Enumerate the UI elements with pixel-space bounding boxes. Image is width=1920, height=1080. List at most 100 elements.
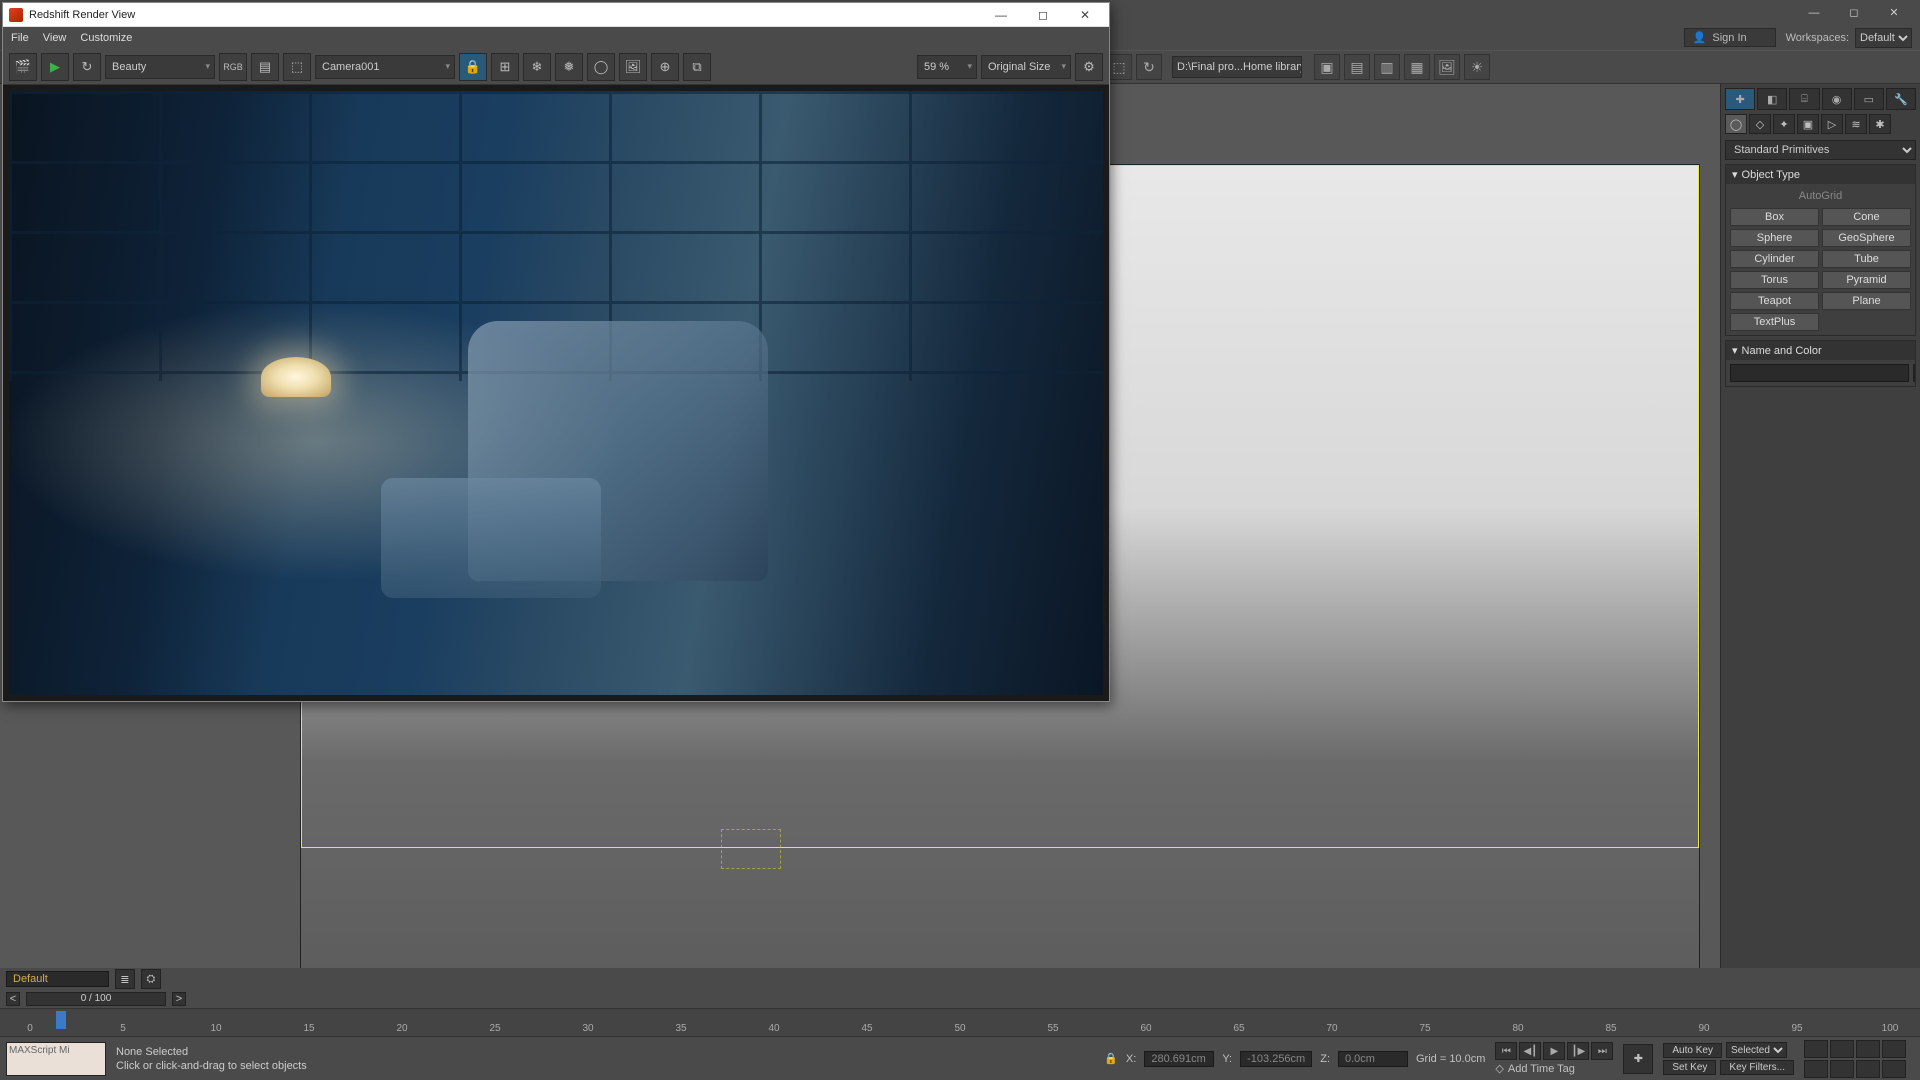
nav-icon[interactable] — [1882, 1060, 1906, 1078]
minimize-icon[interactable]: — — [983, 5, 1019, 25]
snowflake-icon[interactable]: ❄ — [523, 53, 551, 81]
pan-icon[interactable] — [1804, 1040, 1828, 1058]
geometry-subtab[interactable]: ◯ — [1725, 114, 1747, 134]
prim-box[interactable]: Box — [1730, 208, 1819, 226]
motion-tab[interactable]: ◉ — [1822, 88, 1852, 110]
prev-frame-icon[interactable]: ◀┃ — [1519, 1042, 1541, 1060]
render-play-icon[interactable]: ▶ — [41, 53, 69, 81]
nav-icon[interactable] — [1856, 1060, 1880, 1078]
close-icon[interactable]: ✕ — [1067, 5, 1103, 25]
histogram-icon[interactable]: ▤ — [251, 53, 279, 81]
workspace-select[interactable]: Default — [1855, 28, 1912, 48]
settings-icon[interactable]: ☀ — [1464, 54, 1490, 80]
keyfilters-button[interactable]: Key Filters... — [1720, 1060, 1794, 1075]
object-color-swatch[interactable] — [1913, 364, 1915, 382]
signin-button[interactable]: 👤 Sign In — [1684, 28, 1776, 47]
menu-file[interactable]: File — [11, 32, 29, 44]
maximize-icon[interactable]: ◻ — [1025, 5, 1061, 25]
close-icon[interactable]: ✕ — [1874, 3, 1914, 23]
tag-icon[interactable]: ◇ — [1495, 1062, 1503, 1075]
slider-next[interactable]: > — [172, 992, 186, 1006]
add-snapshot-icon[interactable]: ⊕ — [651, 53, 679, 81]
object-name-input[interactable] — [1730, 364, 1909, 382]
project-path[interactable]: D:\Final pro...Home library — [1172, 56, 1302, 78]
lock-icon[interactable]: 🔒 — [459, 53, 487, 81]
key-target-select[interactable]: Selected — [1726, 1042, 1787, 1058]
prim-tube[interactable]: Tube — [1822, 250, 1911, 268]
prim-torus[interactable]: Torus — [1730, 271, 1819, 289]
grid-icon[interactable]: ⊞ — [491, 53, 519, 81]
hierarchy-tab[interactable]: ⌸ — [1789, 88, 1819, 110]
play-icon[interactable]: ▶ — [1543, 1042, 1565, 1060]
setkey-button[interactable]: Set Key — [1663, 1060, 1716, 1075]
systems-subtab[interactable]: ✱ — [1869, 114, 1891, 134]
render-titlebar[interactable]: Redshift Render View — ◻ ✕ — [3, 3, 1109, 27]
maximize-icon[interactable]: ◻ — [1834, 3, 1874, 23]
goto-start-icon[interactable]: ⏮ — [1495, 1042, 1517, 1060]
gear-icon[interactable]: ⚙ — [1075, 53, 1103, 81]
snowflake2-icon[interactable]: ❅ — [555, 53, 583, 81]
circle-icon[interactable]: ◯ — [587, 53, 615, 81]
orbit-icon[interactable] — [1856, 1040, 1880, 1058]
prim-teapot[interactable]: Teapot — [1730, 292, 1819, 310]
spacewarps-subtab[interactable]: ≋ — [1845, 114, 1867, 134]
light-gizmo[interactable] — [721, 829, 781, 869]
prim-cylinder[interactable]: Cylinder — [1730, 250, 1819, 268]
timeline[interactable]: 0510152025303540455055606570758085909510… — [0, 1008, 1920, 1036]
rgb-icon[interactable]: RGB — [219, 53, 247, 81]
prim-plane[interactable]: Plane — [1822, 292, 1911, 310]
prim-cone[interactable]: Cone — [1822, 208, 1911, 226]
size-select[interactable]: Original Size — [981, 55, 1071, 79]
crop-icon[interactable]: ⬚ — [283, 53, 311, 81]
prim-textplus[interactable]: TextPlus — [1730, 313, 1819, 331]
cameras-subtab[interactable]: ▣ — [1797, 114, 1819, 134]
refresh-icon[interactable]: ↻ — [73, 53, 101, 81]
goto-end-icon[interactable]: ⏭ — [1591, 1042, 1613, 1060]
aov-select[interactable]: Beauty — [105, 55, 215, 79]
toolbar-button[interactable]: ▤ — [1344, 54, 1370, 80]
copy-icon[interactable]: ⧉ — [683, 53, 711, 81]
toolbar-button[interactable]: ▣ — [1314, 54, 1340, 80]
create-tab[interactable]: ✚ — [1725, 88, 1755, 110]
rollout-header[interactable]: ▾ Name and Color — [1726, 341, 1915, 360]
filter-icon[interactable]: ⛭ — [141, 969, 161, 989]
lights-subtab[interactable]: ✦ — [1773, 114, 1795, 134]
helpers-subtab[interactable]: ▷ — [1821, 114, 1843, 134]
toolbar-button[interactable]: ▥ — [1374, 54, 1400, 80]
zoom-icon[interactable] — [1830, 1040, 1854, 1058]
refresh-icon[interactable]: ↻ — [1136, 54, 1162, 80]
modify-tab[interactable]: ◧ — [1757, 88, 1787, 110]
time-config-icon[interactable]: ✚ — [1623, 1044, 1653, 1074]
autogrid-check[interactable]: AutoGrid — [1730, 188, 1911, 208]
nav-icon[interactable] — [1804, 1060, 1828, 1078]
minimize-icon[interactable]: — — [1794, 3, 1834, 23]
add-time-tag[interactable]: Add Time Tag — [1508, 1063, 1575, 1075]
zoom-select[interactable]: 59 % — [917, 55, 977, 79]
camera-select[interactable]: Camera001 — [315, 55, 455, 79]
display-tab[interactable]: ▭ — [1854, 88, 1884, 110]
clapper-icon[interactable]: 🎬 — [9, 53, 37, 81]
next-frame-icon[interactable]: ┃▶ — [1567, 1042, 1589, 1060]
layer-icon[interactable]: ≣ — [115, 969, 135, 989]
autokey-button[interactable]: Auto Key — [1663, 1043, 1722, 1058]
utilities-tab[interactable]: 🔧 — [1886, 88, 1916, 110]
prim-sphere[interactable]: Sphere — [1730, 229, 1819, 247]
nav-icon[interactable] — [1830, 1060, 1854, 1078]
maxscript-listener[interactable]: MAXScript Mi — [6, 1042, 106, 1076]
render-icon[interactable]: 🖼 — [1434, 54, 1460, 80]
image-icon[interactable]: 🖼 — [619, 53, 647, 81]
shapes-subtab[interactable]: ◇ — [1749, 114, 1771, 134]
frame-indicator[interactable]: 0 / 100 — [26, 992, 166, 1006]
coord-x[interactable]: 280.691cm — [1144, 1051, 1214, 1067]
menu-view[interactable]: View — [43, 32, 67, 44]
render-output[interactable] — [3, 85, 1109, 701]
menu-customize[interactable]: Customize — [80, 32, 132, 44]
prim-geosphere[interactable]: GeoSphere — [1822, 229, 1911, 247]
time-marker[interactable] — [56, 1011, 66, 1029]
coord-z[interactable]: 0.0cm — [1338, 1051, 1408, 1067]
track-set[interactable]: Default — [6, 971, 109, 987]
coord-y[interactable]: -103.256cm — [1240, 1051, 1312, 1067]
rollout-header[interactable]: ▾ Object Type — [1726, 165, 1915, 184]
primitive-category[interactable]: Standard Primitives — [1725, 140, 1916, 160]
lock-icon[interactable]: 🔒 — [1104, 1052, 1118, 1065]
